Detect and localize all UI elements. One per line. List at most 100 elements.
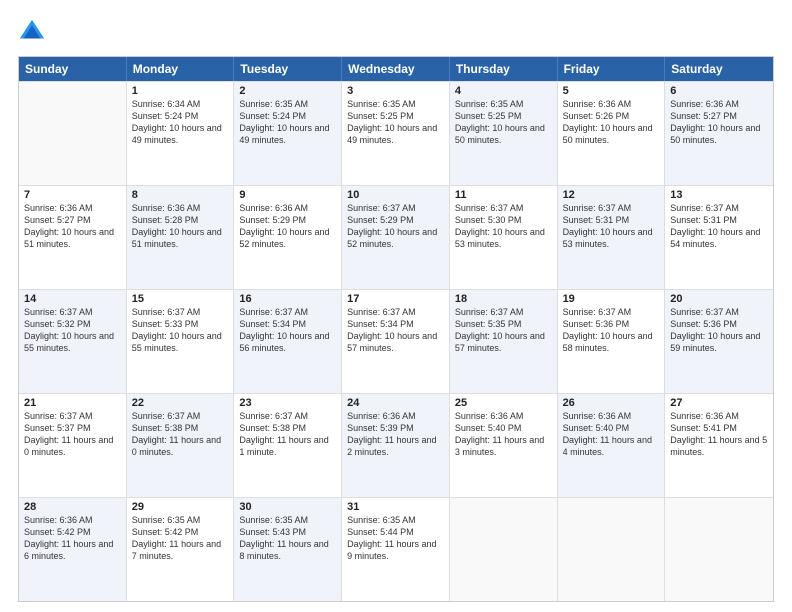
- cell-info: Sunrise: 6:35 AM Sunset: 5:24 PM Dayligh…: [239, 98, 336, 147]
- cell-info: Sunrise: 6:37 AM Sunset: 5:38 PM Dayligh…: [132, 410, 229, 459]
- day-number: 20: [670, 293, 768, 305]
- calendar-cell: 2Sunrise: 6:35 AM Sunset: 5:24 PM Daylig…: [234, 82, 342, 185]
- calendar-cell: [450, 498, 558, 601]
- calendar-cell: 13Sunrise: 6:37 AM Sunset: 5:31 PM Dayli…: [665, 186, 773, 289]
- calendar-week-1: 1Sunrise: 6:34 AM Sunset: 5:24 PM Daylig…: [19, 81, 773, 185]
- header-day-tuesday: Tuesday: [234, 57, 342, 81]
- day-number: 15: [132, 293, 229, 305]
- day-number: 23: [239, 397, 336, 409]
- calendar-header: SundayMondayTuesdayWednesdayThursdayFrid…: [19, 57, 773, 81]
- day-number: 12: [563, 189, 660, 201]
- day-number: 5: [563, 85, 660, 97]
- header: [18, 18, 774, 46]
- calendar-cell: [558, 498, 666, 601]
- calendar-body: 1Sunrise: 6:34 AM Sunset: 5:24 PM Daylig…: [19, 81, 773, 601]
- day-number: 6: [670, 85, 768, 97]
- calendar-cell: 15Sunrise: 6:37 AM Sunset: 5:33 PM Dayli…: [127, 290, 235, 393]
- day-number: 3: [347, 85, 444, 97]
- calendar-cell: 14Sunrise: 6:37 AM Sunset: 5:32 PM Dayli…: [19, 290, 127, 393]
- cell-info: Sunrise: 6:37 AM Sunset: 5:31 PM Dayligh…: [670, 202, 768, 251]
- header-day-wednesday: Wednesday: [342, 57, 450, 81]
- day-number: 9: [239, 189, 336, 201]
- calendar-cell: 21Sunrise: 6:37 AM Sunset: 5:37 PM Dayli…: [19, 394, 127, 497]
- day-number: 25: [455, 397, 552, 409]
- day-number: 7: [24, 189, 121, 201]
- day-number: 26: [563, 397, 660, 409]
- day-number: 30: [239, 501, 336, 513]
- cell-info: Sunrise: 6:36 AM Sunset: 5:41 PM Dayligh…: [670, 410, 768, 459]
- cell-info: Sunrise: 6:36 AM Sunset: 5:42 PM Dayligh…: [24, 514, 121, 563]
- cell-info: Sunrise: 6:37 AM Sunset: 5:36 PM Dayligh…: [563, 306, 660, 355]
- day-number: 21: [24, 397, 121, 409]
- cell-info: Sunrise: 6:35 AM Sunset: 5:25 PM Dayligh…: [347, 98, 444, 147]
- cell-info: Sunrise: 6:36 AM Sunset: 5:27 PM Dayligh…: [24, 202, 121, 251]
- cell-info: Sunrise: 6:36 AM Sunset: 5:39 PM Dayligh…: [347, 410, 444, 459]
- calendar-cell: 30Sunrise: 6:35 AM Sunset: 5:43 PM Dayli…: [234, 498, 342, 601]
- calendar-cell: 18Sunrise: 6:37 AM Sunset: 5:35 PM Dayli…: [450, 290, 558, 393]
- calendar-cell: 25Sunrise: 6:36 AM Sunset: 5:40 PM Dayli…: [450, 394, 558, 497]
- calendar-cell: 9Sunrise: 6:36 AM Sunset: 5:29 PM Daylig…: [234, 186, 342, 289]
- day-number: 13: [670, 189, 768, 201]
- cell-info: Sunrise: 6:36 AM Sunset: 5:29 PM Dayligh…: [239, 202, 336, 251]
- header-day-sunday: Sunday: [19, 57, 127, 81]
- logo-icon: [18, 18, 46, 46]
- cell-info: Sunrise: 6:36 AM Sunset: 5:26 PM Dayligh…: [563, 98, 660, 147]
- cell-info: Sunrise: 6:37 AM Sunset: 5:37 PM Dayligh…: [24, 410, 121, 459]
- calendar-week-2: 7Sunrise: 6:36 AM Sunset: 5:27 PM Daylig…: [19, 185, 773, 289]
- header-day-saturday: Saturday: [665, 57, 773, 81]
- day-number: 11: [455, 189, 552, 201]
- cell-info: Sunrise: 6:37 AM Sunset: 5:35 PM Dayligh…: [455, 306, 552, 355]
- day-number: 19: [563, 293, 660, 305]
- day-number: 8: [132, 189, 229, 201]
- cell-info: Sunrise: 6:35 AM Sunset: 5:42 PM Dayligh…: [132, 514, 229, 563]
- calendar-cell: 22Sunrise: 6:37 AM Sunset: 5:38 PM Dayli…: [127, 394, 235, 497]
- cell-info: Sunrise: 6:37 AM Sunset: 5:31 PM Dayligh…: [563, 202, 660, 251]
- cell-info: Sunrise: 6:37 AM Sunset: 5:38 PM Dayligh…: [239, 410, 336, 459]
- cell-info: Sunrise: 6:37 AM Sunset: 5:30 PM Dayligh…: [455, 202, 552, 251]
- day-number: 31: [347, 501, 444, 513]
- cell-info: Sunrise: 6:37 AM Sunset: 5:34 PM Dayligh…: [239, 306, 336, 355]
- cell-info: Sunrise: 6:36 AM Sunset: 5:40 PM Dayligh…: [455, 410, 552, 459]
- day-number: 17: [347, 293, 444, 305]
- calendar-cell: 27Sunrise: 6:36 AM Sunset: 5:41 PM Dayli…: [665, 394, 773, 497]
- calendar-cell: 1Sunrise: 6:34 AM Sunset: 5:24 PM Daylig…: [127, 82, 235, 185]
- day-number: 16: [239, 293, 336, 305]
- calendar-cell: 16Sunrise: 6:37 AM Sunset: 5:34 PM Dayli…: [234, 290, 342, 393]
- day-number: 29: [132, 501, 229, 513]
- cell-info: Sunrise: 6:37 AM Sunset: 5:32 PM Dayligh…: [24, 306, 121, 355]
- calendar-cell: 4Sunrise: 6:35 AM Sunset: 5:25 PM Daylig…: [450, 82, 558, 185]
- calendar-cell: 7Sunrise: 6:36 AM Sunset: 5:27 PM Daylig…: [19, 186, 127, 289]
- calendar-week-5: 28Sunrise: 6:36 AM Sunset: 5:42 PM Dayli…: [19, 497, 773, 601]
- header-day-friday: Friday: [558, 57, 666, 81]
- day-number: 10: [347, 189, 444, 201]
- calendar-cell: 5Sunrise: 6:36 AM Sunset: 5:26 PM Daylig…: [558, 82, 666, 185]
- cell-info: Sunrise: 6:35 AM Sunset: 5:25 PM Dayligh…: [455, 98, 552, 147]
- cell-info: Sunrise: 6:36 AM Sunset: 5:27 PM Dayligh…: [670, 98, 768, 147]
- calendar-cell: 24Sunrise: 6:36 AM Sunset: 5:39 PM Dayli…: [342, 394, 450, 497]
- calendar-cell: 12Sunrise: 6:37 AM Sunset: 5:31 PM Dayli…: [558, 186, 666, 289]
- cell-info: Sunrise: 6:35 AM Sunset: 5:43 PM Dayligh…: [239, 514, 336, 563]
- day-number: 28: [24, 501, 121, 513]
- day-number: 1: [132, 85, 229, 97]
- calendar-cell: 19Sunrise: 6:37 AM Sunset: 5:36 PM Dayli…: [558, 290, 666, 393]
- calendar-week-4: 21Sunrise: 6:37 AM Sunset: 5:37 PM Dayli…: [19, 393, 773, 497]
- calendar-cell: 31Sunrise: 6:35 AM Sunset: 5:44 PM Dayli…: [342, 498, 450, 601]
- calendar-cell: 26Sunrise: 6:36 AM Sunset: 5:40 PM Dayli…: [558, 394, 666, 497]
- calendar-cell: 20Sunrise: 6:37 AM Sunset: 5:36 PM Dayli…: [665, 290, 773, 393]
- calendar-cell: [19, 82, 127, 185]
- calendar-cell: 8Sunrise: 6:36 AM Sunset: 5:28 PM Daylig…: [127, 186, 235, 289]
- calendar-cell: 17Sunrise: 6:37 AM Sunset: 5:34 PM Dayli…: [342, 290, 450, 393]
- day-number: 22: [132, 397, 229, 409]
- calendar-cell: 10Sunrise: 6:37 AM Sunset: 5:29 PM Dayli…: [342, 186, 450, 289]
- cell-info: Sunrise: 6:36 AM Sunset: 5:28 PM Dayligh…: [132, 202, 229, 251]
- calendar-cell: 29Sunrise: 6:35 AM Sunset: 5:42 PM Dayli…: [127, 498, 235, 601]
- cell-info: Sunrise: 6:37 AM Sunset: 5:33 PM Dayligh…: [132, 306, 229, 355]
- cell-info: Sunrise: 6:37 AM Sunset: 5:34 PM Dayligh…: [347, 306, 444, 355]
- cell-info: Sunrise: 6:37 AM Sunset: 5:29 PM Dayligh…: [347, 202, 444, 251]
- day-number: 14: [24, 293, 121, 305]
- page: SundayMondayTuesdayWednesdayThursdayFrid…: [0, 0, 792, 612]
- calendar-cell: 28Sunrise: 6:36 AM Sunset: 5:42 PM Dayli…: [19, 498, 127, 601]
- calendar: SundayMondayTuesdayWednesdayThursdayFrid…: [18, 56, 774, 602]
- day-number: 2: [239, 85, 336, 97]
- cell-info: Sunrise: 6:37 AM Sunset: 5:36 PM Dayligh…: [670, 306, 768, 355]
